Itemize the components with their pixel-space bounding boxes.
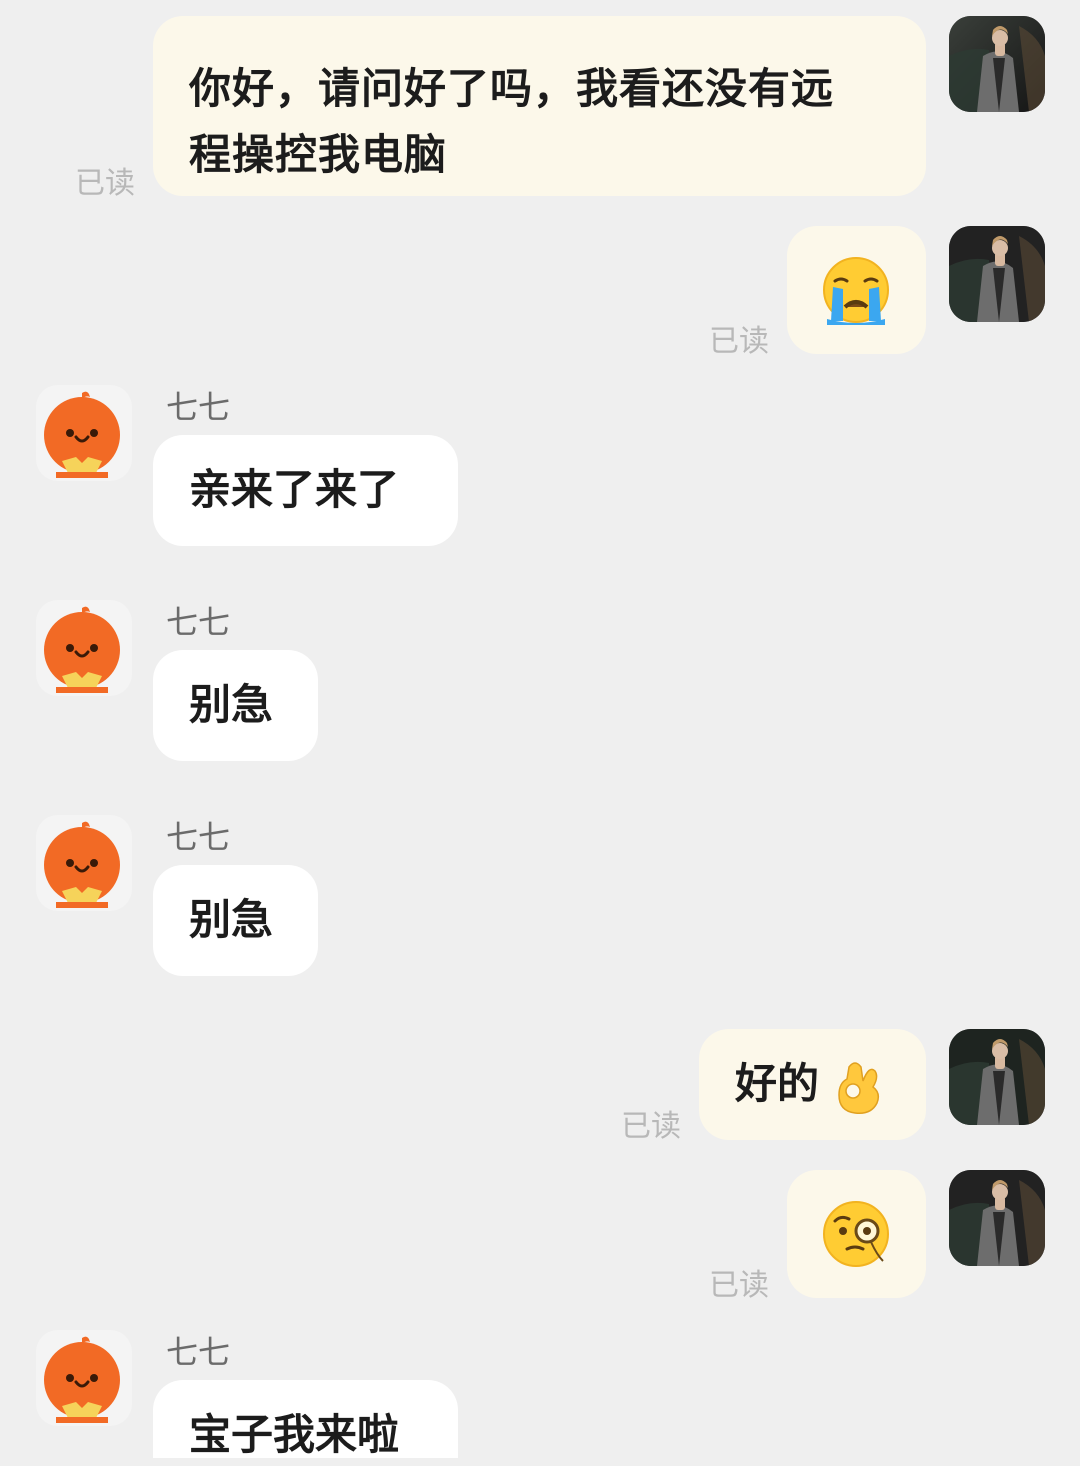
message-row: 已读 好的 [0,1013,1080,1153]
message-text: 好的 [735,1059,820,1108]
orange-mascot-icon [44,391,120,478]
read-status: 已读 [709,324,769,359]
sender-name: 七七 [166,1333,231,1371]
person-in-suit-icon [949,1029,1045,1125]
loudly-crying-face-icon [823,257,889,325]
bot-avatar[interactable] [36,1330,132,1426]
message-bubble[interactable] [787,226,926,354]
user-avatar[interactable] [949,1029,1045,1125]
message-row: 已读 [0,210,1080,370]
sender-name: 七七 [166,603,231,641]
chat-message-list[interactable]: 已读 你好，请问好了吗，我看还没有远 程操控我电脑 已读 七七 亲来了来了 七七… [0,0,1080,1466]
message-text-line: 你好，请问好了吗，我看还没有远 [189,64,835,113]
message-bubble[interactable]: 亲来了来了 [153,435,458,546]
message-text: 亲来了来了 [189,465,400,514]
sender-name: 七七 [166,818,231,856]
message-row: 已读 你好，请问好了吗，我看还没有远 程操控我电脑 [0,0,1080,210]
message-text: 宝子我来啦 [189,1410,400,1459]
message-row: 七七 亲来了来了 [0,380,1080,560]
message-bubble[interactable]: 你好，请问好了吗，我看还没有远 程操控我电脑 [153,16,926,196]
ok-hand-icon [838,1062,880,1115]
read-status: 已读 [75,166,135,201]
user-avatar[interactable] [949,16,1045,112]
message-row: 七七 别急 [0,595,1080,775]
message-row: 七七 别急 [0,810,1080,990]
person-in-suit-icon [949,1170,1045,1266]
user-avatar[interactable] [949,226,1045,322]
message-bubble[interactable]: 好的 [699,1029,926,1140]
sender-name: 七七 [166,388,231,426]
message-text-line: 程操控我电脑 [189,130,448,179]
face-with-monocle-icon [823,1201,889,1267]
message-text: 别急 [189,680,274,729]
bot-avatar[interactable] [36,600,132,696]
bot-avatar[interactable] [36,815,132,911]
read-status: 已读 [621,1109,681,1144]
user-avatar[interactable] [949,1170,1045,1266]
orange-mascot-icon [44,1336,120,1423]
message-bubble[interactable] [787,1170,926,1298]
orange-mascot-icon [44,606,120,693]
person-in-suit-icon [949,226,1045,322]
message-bubble[interactable]: 宝子我来啦 [153,1380,458,1466]
message-bubble[interactable]: 别急 [153,650,318,761]
read-status: 已读 [709,1268,769,1303]
message-bubble[interactable]: 别急 [153,865,318,976]
bot-avatar[interactable] [36,385,132,481]
orange-mascot-icon [44,821,120,908]
list-bottom-edge [0,1458,1080,1466]
message-row: 已读 [0,1154,1080,1314]
message-row: 七七 宝子我来啦 [0,1325,1080,1466]
message-text: 别急 [189,895,274,944]
person-in-suit-icon [949,16,1045,112]
